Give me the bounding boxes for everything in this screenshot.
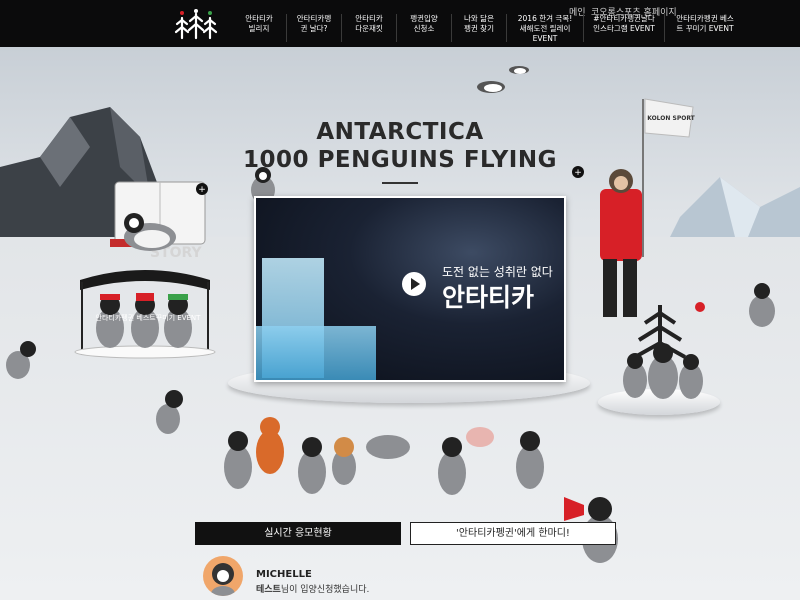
leave-comment-button[interactable]: '안타티카펭귄'에게 한마디! (410, 522, 616, 545)
play-button-icon[interactable] (402, 272, 426, 296)
nav-item-instagram-event[interactable]: #안타티카펭귄날다 인스타그램 EVENT (583, 14, 664, 42)
svg-text:+: + (574, 168, 582, 178)
penguin-icon (6, 341, 36, 379)
event-sign-label: 안타티카펭귄 베스트꾸미기 EVENT (95, 314, 201, 322)
penguin-icon (749, 283, 775, 327)
nav-item-penguin-fly[interactable]: 안타티카펭귄 날다? (286, 14, 341, 42)
nav-item-best-decor-event[interactable]: 안타티카펭귄 베스트 꾸미기 EVENT (664, 14, 745, 42)
comment-item: MICHELLE 테스트님이 입양신청했습니다. (203, 556, 623, 600)
comment-message: 님이 입양신청했습니다. (280, 585, 370, 595)
nav-item-down-jacket[interactable]: 안타티카 다운재킷 (341, 14, 396, 42)
antarctica-tree-logo-icon[interactable] (174, 8, 218, 40)
penguin-icon (156, 390, 183, 434)
nav-item-adoption[interactable]: 펭귄입양 신청소 (396, 14, 451, 42)
video-caption-large: 안타티카 (442, 283, 535, 312)
comment-text: 테스트님이 입양신청했습니다. (256, 582, 369, 595)
penguin-crowd-illustration (224, 417, 544, 495)
event-sign-illustration[interactable] (70, 260, 220, 360)
lying-penguin-icon (124, 213, 176, 251)
nav-item-relay-event[interactable]: 2016 한겨 극복! 새해도전 릴레이 EVENT (506, 14, 583, 43)
plus-icon[interactable]: + (571, 165, 585, 179)
comment-author: MICHELLE (256, 569, 312, 580)
antarctica-scene: ANTARCTICA 1000 PENGUINS FLYING #안타티카펭귄날… (0, 47, 800, 600)
realtime-status-button[interactable]: 실시간 응모현황 (195, 522, 401, 545)
comment-user: 테스트 (256, 585, 281, 595)
nav-item-village[interactable]: 안타티카 빌리지 (232, 14, 286, 42)
avatar (203, 556, 243, 596)
tree-penguins-illustration[interactable] (615, 295, 715, 405)
ice-floor-illustration (256, 326, 376, 380)
flying-penguin-icon (477, 81, 505, 93)
nav-item-find-penguin[interactable]: 나와 닮은 펭귄 찾기 (451, 14, 506, 42)
main-video-player[interactable]: 도전 없는 성취란 없다 안타티카 (254, 196, 566, 382)
top-navigation-bar: 메인 코오롱스포츠 홈페이지 안타티카 빌리지 안타티카펭귄 날다? 안타티카 … (0, 0, 800, 47)
penguin-avatar-icon (211, 563, 235, 596)
hero-divider (382, 182, 418, 184)
svg-text:+: + (198, 185, 206, 195)
main-nav: 안타티카 빌리지 안타티카펭귄 날다? 안타티카 다운재킷 펭귄입양 신청소 나… (232, 14, 745, 43)
model-with-flag-illustration (600, 98, 694, 317)
flag-brand-text: KOLON SPORT (647, 115, 695, 122)
flying-penguin-icon (509, 66, 529, 74)
